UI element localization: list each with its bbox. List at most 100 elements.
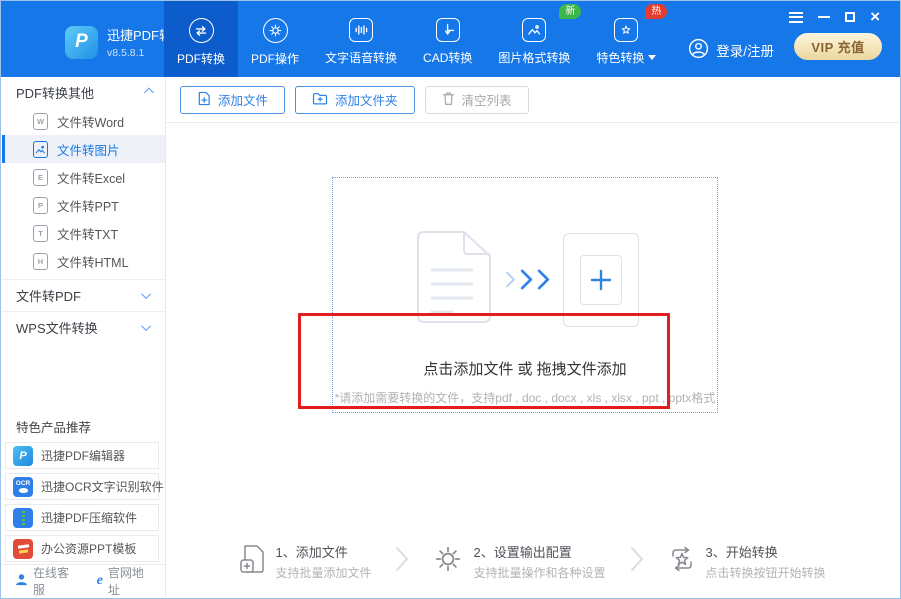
file-toolbar: 添加文件 添加文件夹 清空列表: [166, 77, 899, 123]
sidebar: PDF转换其他 W 文件转Word 文件转图片 E 文件转Excel: [2, 77, 166, 597]
step-separator-icon: [395, 546, 409, 577]
browser-e-icon: e: [97, 574, 103, 588]
sidebar-item-label: 文件转Word: [57, 112, 124, 131]
step-add-file: 1、添加文件 支持批量添加文件: [239, 542, 371, 581]
step-star-convert-icon: [668, 545, 696, 578]
app-logo-icon: P: [65, 26, 98, 59]
footer-link-label: 官网地址: [108, 564, 152, 598]
doc-ppt-icon: P: [33, 197, 48, 214]
product-pdf-compressor[interactable]: 迅捷PDF压缩软件: [5, 504, 159, 531]
product-ppt-templates[interactable]: 办公资源PPT模板: [5, 535, 159, 562]
section-label: WPS文件转换: [16, 318, 98, 337]
sidebar-section-to-pdf[interactable]: 文件转PDF: [2, 279, 165, 311]
sidebar-section-wps-convert[interactable]: WPS文件转换: [2, 311, 165, 343]
chevrons-right-icon: [505, 269, 550, 290]
convert-arrows-icon: [189, 18, 214, 43]
step-separator-icon: [630, 546, 644, 577]
section-label: 文件转PDF: [16, 286, 81, 305]
nav-tab-pdf-operate[interactable]: PDF操作: [238, 1, 312, 77]
new-badge: 新: [559, 4, 581, 19]
nav-tab-label: 文字语音转换: [325, 49, 397, 66]
trash-icon: [442, 91, 455, 109]
step-gear-icon: [433, 544, 463, 579]
nav-tab-label: 特色转换: [596, 49, 656, 66]
sidebar-footer: 在线客服 e 官网地址: [2, 564, 165, 597]
doc-excel-icon: E: [33, 169, 48, 186]
add-file-icon: [197, 91, 211, 109]
add-folder-button[interactable]: 添加文件夹: [295, 86, 415, 114]
nav-tab-pdf-convert[interactable]: PDF转换: [164, 1, 238, 77]
doc-txt-icon: T: [33, 225, 48, 242]
nav-tab-cad-convert[interactable]: CAD转换: [410, 1, 485, 77]
add-file-button[interactable]: 添加文件: [180, 86, 285, 114]
product-pdf-editor[interactable]: P 迅捷PDF编辑器: [5, 442, 159, 469]
sidebar-item-to-image[interactable]: 文件转图片: [2, 135, 165, 163]
nav-tab-label: PDF转换: [177, 50, 225, 67]
official-site-link[interactable]: e 官网地址: [97, 564, 152, 598]
support-person-icon: [15, 573, 28, 589]
product-label: 迅捷OCR文字识别软件: [41, 478, 164, 495]
sidebar-item-to-ppt[interactable]: P 文件转PPT: [2, 191, 165, 219]
file-dropzone[interactable]: 点击添加文件 或 拖拽文件添加 *请添加需要转换的文件，支持pdf , doc …: [332, 177, 718, 413]
online-support-link[interactable]: 在线客服: [15, 564, 77, 598]
sidebar-item-to-txt[interactable]: T 文件转TXT: [2, 219, 165, 247]
step-desc: 支持批量添加文件: [275, 564, 371, 581]
minimize-icon[interactable]: [818, 16, 830, 18]
clear-list-button[interactable]: 清空列表: [425, 86, 529, 114]
cad-axis-icon: [436, 18, 460, 42]
sidebar-item-label: 文件转TXT: [57, 224, 118, 243]
sidebar-spacer: [2, 343, 165, 412]
chevron-down-icon: [141, 289, 151, 299]
dropzone-subtitle: *请添加需要转换的文件，支持pdf , doc , docx , xls , x…: [335, 389, 716, 406]
login-register-label: 登录/注册: [716, 40, 774, 60]
add-target-card: [563, 233, 639, 327]
add-folder-icon: [312, 92, 328, 108]
maximize-icon[interactable]: [845, 12, 855, 22]
sidebar-item-to-html[interactable]: H 文件转HTML: [2, 247, 165, 275]
nav-tab-text-speech[interactable]: 文字语音转换: [312, 1, 410, 77]
login-register-button[interactable]: 登录/注册: [688, 38, 774, 62]
step-add-file-icon: [239, 544, 265, 579]
product-label: 迅捷PDF压缩软件: [41, 509, 137, 526]
step-title: 3、开始转换: [706, 542, 826, 561]
main-content: 添加文件 添加文件夹 清空列表: [166, 77, 899, 597]
close-icon[interactable]: ×: [870, 10, 880, 24]
button-label: 添加文件夹: [335, 90, 398, 109]
button-label: 清空列表: [462, 90, 512, 109]
step-desc: 点击转换按钮开始转换: [706, 564, 826, 581]
chevron-up-icon: [144, 87, 154, 97]
chevron-down-icon: [648, 55, 656, 60]
chevron-down-icon: [141, 321, 151, 331]
sidebar-item-label: 文件转图片: [57, 140, 120, 159]
doc-html-icon: H: [33, 253, 48, 270]
product-label: 办公资源PPT模板: [41, 540, 136, 557]
button-label: 添加文件: [218, 90, 268, 109]
ocr-icon-text: OCR: [16, 481, 30, 488]
sidebar-item-label: 文件转HTML: [57, 252, 129, 271]
waveform-icon: [349, 18, 373, 42]
sidebar-item-label: 文件转PPT: [57, 196, 119, 215]
vip-recharge-button[interactable]: VIP 充值: [794, 33, 882, 60]
nav-tab-label: CAD转换: [423, 49, 472, 66]
document-icon: [412, 230, 492, 329]
plus-icon: [580, 255, 622, 305]
product-label: 迅捷PDF编辑器: [41, 447, 125, 464]
product-ocr-software[interactable]: OCR 迅捷OCR文字识别软件: [5, 473, 159, 500]
menu-icon[interactable]: [789, 12, 803, 23]
step-title: 1、添加文件: [275, 542, 371, 561]
main-nav: PDF转换 PDF操作 文字语音转换: [164, 1, 669, 77]
hot-badge: 热: [645, 4, 667, 19]
star-convert-icon: [614, 18, 638, 42]
window-controls: ×: [789, 10, 880, 24]
sidebar-item-to-excel[interactable]: E 文件转Excel: [2, 163, 165, 191]
sidebar-item-to-word[interactable]: W 文件转Word: [2, 107, 165, 135]
ppt-books-icon: [13, 539, 33, 559]
ocr-icon: OCR: [13, 477, 33, 497]
sidebar-section-pdf-convert-other[interactable]: PDF转换其他: [2, 77, 165, 107]
step-desc: 支持批量操作和各种设置: [473, 564, 605, 581]
step-title: 2、设置输出配置: [473, 542, 605, 561]
nav-tab-special-convert[interactable]: 热 特色转换: [583, 1, 669, 77]
app-window: P 迅捷PDF转换器 v8.5.8.1 PDF转换: [0, 0, 901, 599]
sidebar-item-label: 文件转Excel: [57, 168, 125, 187]
nav-tab-image-convert[interactable]: 新 图片格式转换: [485, 1, 583, 77]
